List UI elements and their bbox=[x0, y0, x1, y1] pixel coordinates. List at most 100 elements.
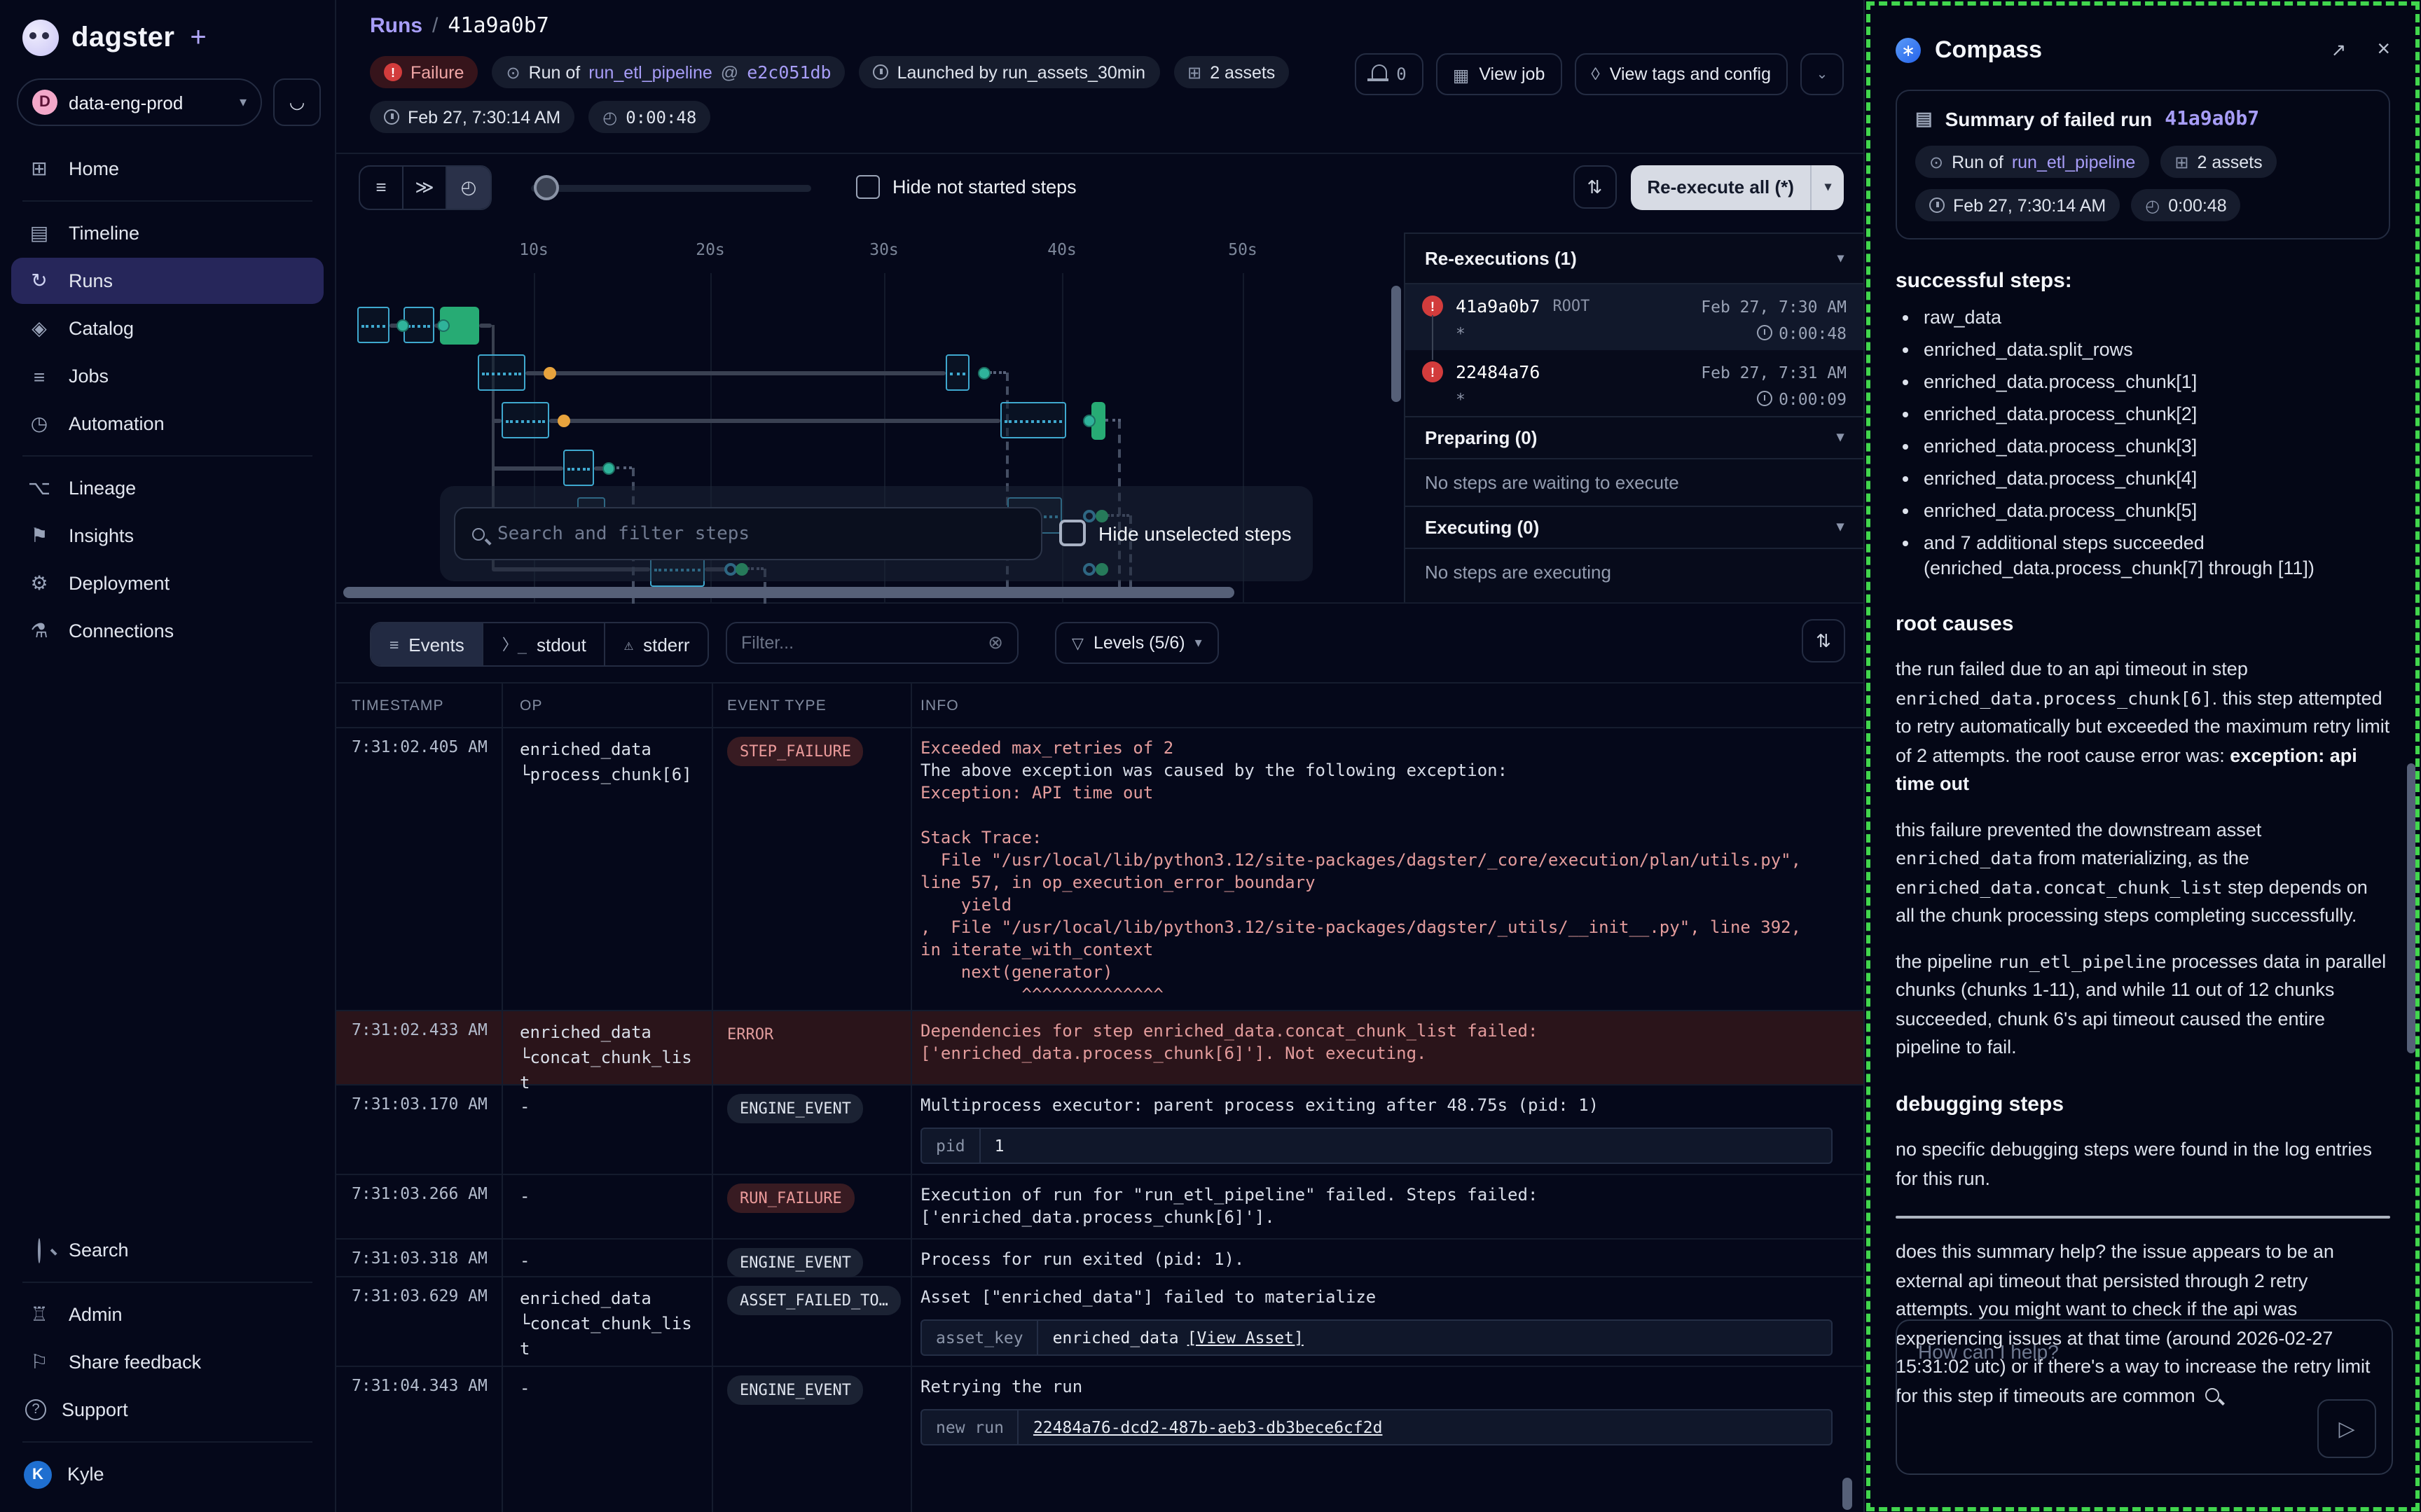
event-type-badge: RUN_FAILURE bbox=[727, 1184, 855, 1213]
event-type-badge: ERROR bbox=[727, 1020, 786, 1049]
step-bar-retried[interactable] bbox=[478, 354, 525, 391]
reexecute-all-button[interactable]: Re-execute all (*) ▾ bbox=[1630, 165, 1844, 209]
op-name: - bbox=[520, 1248, 694, 1273]
insights-icon: ⚑ bbox=[25, 524, 53, 548]
target-icon: ⊙ bbox=[1929, 152, 1943, 172]
log-row[interactable]: 7:31:02.405 AMenriched_data└process_chun… bbox=[336, 728, 1863, 1011]
sidebar-item-home[interactable]: ⊞Home bbox=[11, 146, 324, 192]
more-actions-button[interactable]: ⌄ bbox=[1800, 53, 1844, 95]
chevron-down-icon: ▾ bbox=[1837, 251, 1844, 266]
view-tags-config-button[interactable]: ◊ View tags and config bbox=[1574, 53, 1788, 95]
info-line: File "/usr/local/lib/python3.12/site-pac… bbox=[920, 849, 1844, 871]
log-tabs: ≡Events〉_stdout⚠stderr bbox=[370, 622, 710, 667]
reexecution-run-row[interactable]: !22484a76Feb 27, 7:31 AM*0:00:09 bbox=[1405, 350, 1863, 416]
step-bar-retried[interactable] bbox=[1000, 402, 1066, 438]
sidebar-item-lineage[interactable]: ⌥Lineage bbox=[11, 465, 324, 511]
clock-icon: ◷ bbox=[25, 412, 53, 436]
step-bar-retried[interactable] bbox=[502, 402, 549, 438]
sidebar-item-label: Automation bbox=[69, 413, 165, 434]
view-asset-link[interactable]: [View Asset] bbox=[1187, 1328, 1304, 1347]
commit-link[interactable]: e2c051db bbox=[747, 62, 831, 83]
run-link[interactable]: 22484a76-dcd2-487b-aeb3-db3bece6cf2d bbox=[1019, 1417, 1397, 1437]
view-job-button[interactable]: ▦ View job bbox=[1436, 53, 1562, 95]
log-row[interactable]: 7:31:04.343 AM-ENGINE_EVENTRetrying the … bbox=[336, 1367, 1863, 1512]
sidebar-item-insights[interactable]: ⚑Insights bbox=[11, 513, 324, 559]
log-scrollbar[interactable] bbox=[1842, 1478, 1852, 1510]
info-line: ^^^^^^^^^^^^^^ bbox=[920, 983, 1844, 1006]
grid-icon: ⊞ bbox=[2174, 152, 2188, 172]
clear-filter-icon[interactable]: ⊗ bbox=[988, 632, 1003, 654]
waterfall-view-button[interactable]: ≫ bbox=[404, 166, 447, 208]
step-duration-line bbox=[492, 466, 563, 471]
notifications-button[interactable]: 0 bbox=[1354, 53, 1423, 95]
levels-filter-button[interactable]: ▽ Levels (5/6) ▾ bbox=[1055, 622, 1219, 664]
flat-view-button[interactable]: ≡ bbox=[360, 166, 404, 208]
sidebar-item-jobs[interactable]: ≡Jobs bbox=[11, 353, 324, 399]
step-bar-retried[interactable] bbox=[946, 354, 970, 391]
sidebar: dagster + D data-eng-prod ▾ ◡ ⊞Home▤Time… bbox=[0, 0, 336, 1512]
close-icon[interactable]: × bbox=[2377, 38, 2390, 63]
compass-scrollbar[interactable] bbox=[2407, 763, 2415, 1053]
log-row[interactable]: 7:31:03.266 AM-RUN_FAILUREExecution of r… bbox=[336, 1175, 1863, 1240]
sidebar-item-share-feedback[interactable]: ⚐Share feedback bbox=[11, 1339, 324, 1385]
send-button[interactable]: ▷ bbox=[2317, 1399, 2376, 1458]
log-row[interactable]: 7:31:03.629 AMenriched_data└concat_chunk… bbox=[336, 1277, 1863, 1367]
log-filter-input[interactable]: Filter... ⊗ bbox=[726, 622, 1019, 664]
tab-stdout[interactable]: 〉_stdout bbox=[484, 623, 606, 665]
breadcrumb-runs-link[interactable]: Runs bbox=[370, 14, 422, 38]
compass-chat-input[interactable]: How can I help? ▷ bbox=[1896, 1319, 2393, 1475]
step-bar-retried[interactable] bbox=[357, 307, 389, 343]
sidebar-item-catalog[interactable]: ◈Catalog bbox=[11, 305, 324, 352]
gantt-view-switcher: ≡ ≫ ◴ bbox=[359, 165, 492, 209]
run-id: 22484a76 bbox=[1456, 361, 1540, 382]
horizontal-scrollbar[interactable] bbox=[343, 587, 1234, 598]
info-line: Multiprocess executor: parent process ex… bbox=[920, 1094, 1844, 1116]
open-in-new-icon[interactable]: ↗ bbox=[2331, 39, 2347, 62]
assets-pill[interactable]: ⊞ 2 assets bbox=[1173, 56, 1289, 88]
step-bar-retried[interactable] bbox=[563, 450, 594, 486]
collapse-sidebar-button[interactable]: ◡ bbox=[273, 78, 321, 126]
slider-handle[interactable] bbox=[534, 174, 559, 200]
dotted-continuation bbox=[989, 371, 1006, 374]
log-row[interactable]: 7:31:02.433 AMenriched_data└concat_chunk… bbox=[336, 1011, 1863, 1086]
pipeline-link[interactable]: run_etl_pipeline bbox=[2012, 152, 2136, 172]
sidebar-item-admin[interactable]: ♖Admin bbox=[11, 1291, 324, 1338]
zoom-slider[interactable] bbox=[531, 166, 811, 208]
hide-not-started-checkbox[interactable]: Hide not started steps bbox=[856, 175, 1077, 199]
lineage-icon: ⌥ bbox=[25, 476, 53, 500]
sidebar-item-deployment[interactable]: ⚙Deployment bbox=[11, 560, 324, 606]
sidebar-item-automation[interactable]: ◷ Automation bbox=[11, 401, 324, 447]
sidebar-item-runs[interactable]: ↻Runs bbox=[11, 258, 324, 304]
sidebar-item-connections[interactable]: ⚗Connections bbox=[11, 608, 324, 654]
log-row[interactable]: 7:31:03.318 AM-ENGINE_EVENTProcess for r… bbox=[336, 1240, 1863, 1277]
sidebar-item-support[interactable]: ?Support bbox=[11, 1387, 324, 1433]
tab-stderr[interactable]: ⚠stderr bbox=[606, 623, 708, 665]
timed-view-button[interactable]: ◴ bbox=[447, 166, 490, 208]
org-switcher[interactable]: D data-eng-prod ▾ bbox=[17, 78, 262, 126]
section-header[interactable]: Preparing (0)▾ bbox=[1405, 416, 1863, 459]
metadata-key: asset_key bbox=[922, 1321, 1039, 1354]
sidebar-item-timeline[interactable]: ▤Timeline bbox=[11, 210, 324, 256]
event-log-table: TIMESTAMPOPEVENT TYPEINFO 7:31:02.405 AM… bbox=[336, 682, 1863, 1512]
connections-icon: ⚗ bbox=[25, 619, 53, 643]
step-marker-dot bbox=[558, 415, 570, 427]
pipeline-link[interactable]: run_etl_pipeline bbox=[588, 62, 712, 82]
scroll-to-top-bottom-button[interactable]: ⇅ bbox=[1802, 619, 1845, 663]
step-marker-dot bbox=[602, 462, 615, 475]
event-type: ENGINE_EVENT bbox=[727, 1094, 864, 1123]
section-header[interactable]: Executing (0)▾ bbox=[1405, 506, 1863, 549]
reexecutions-header[interactable]: Re-executions (1)▾ bbox=[1405, 234, 1863, 284]
user-menu[interactable]: K Kyle bbox=[11, 1451, 324, 1497]
expand-collapse-button[interactable]: ⇅ bbox=[1573, 165, 1616, 209]
vertical-scrollbar[interactable] bbox=[1391, 286, 1401, 402]
sidebar-item-search[interactable]: Search bbox=[11, 1227, 324, 1273]
step-search-input[interactable]: Search and filter steps bbox=[454, 507, 1042, 560]
log-row[interactable]: 7:31:03.170 AM-ENGINE_EVENTMultiprocess … bbox=[336, 1086, 1863, 1175]
summary-run-id[interactable]: 41a9a0b7 bbox=[2165, 108, 2259, 130]
flag-icon: ⚐ bbox=[25, 1350, 53, 1374]
hide-unselected-checkbox[interactable]: Hide unselected steps bbox=[1059, 520, 1292, 546]
reexecution-run-row[interactable]: !41a9a0b7ROOTFeb 27, 7:30 AM*0:00:48 bbox=[1405, 284, 1863, 350]
info-line: The above exception was caused by the fo… bbox=[920, 759, 1844, 782]
tab-Events[interactable]: ≡Events bbox=[371, 623, 484, 665]
section-title: Preparing (0) bbox=[1425, 427, 1537, 448]
